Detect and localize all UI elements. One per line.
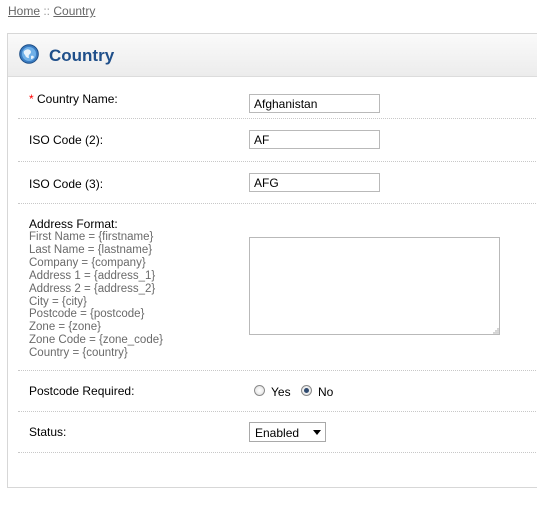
status-label: Status: [29, 425, 67, 439]
postcode-yes-label[interactable]: Yes [271, 385, 291, 399]
form-rows: * Country Name: ISO Code (2): ISO Code (… [18, 77, 537, 453]
postcode-no-radio[interactable] [301, 385, 312, 396]
address-format-hint: Zone = {zone} [29, 321, 101, 334]
chevron-down-icon [313, 430, 321, 435]
country-name-input[interactable] [249, 94, 380, 113]
row-iso3: ISO Code (3): [18, 162, 537, 204]
address-format-hint: Zone Code = {zone_code} [29, 334, 163, 347]
breadcrumb: Home :: Country [8, 4, 95, 18]
address-format-hint: Country = {country} [29, 347, 128, 360]
row-iso2: ISO Code (2): [18, 119, 537, 162]
panel-heading: Country [8, 34, 537, 77]
iso3-input[interactable] [249, 173, 380, 192]
status-select[interactable]: Enabled [249, 422, 326, 442]
row-country-name: * Country Name: [18, 77, 537, 119]
breadcrumb-separator: :: [40, 4, 54, 18]
breadcrumb-home-link[interactable]: Home [8, 4, 40, 18]
address-format-label: Address Format: [29, 217, 118, 231]
resize-grip-icon[interactable] [493, 328, 499, 334]
address-format-textarea[interactable] [249, 237, 500, 335]
country-form-panel: Country * Country Name: ISO Code (2): IS… [7, 33, 537, 488]
breadcrumb-country-link[interactable]: Country [53, 4, 95, 18]
required-marker: * [29, 92, 34, 106]
row-postcode-required: Postcode Required: Yes No [18, 371, 537, 412]
address-format-hint: Company = {company} [29, 256, 146, 269]
radio-selected-dot [304, 388, 309, 393]
postcode-yes-radio[interactable] [254, 385, 265, 396]
postcode-no-label[interactable]: No [318, 385, 333, 399]
row-status: Status: Enabled [18, 412, 537, 453]
postcode-required-label: Postcode Required: [29, 384, 135, 398]
globe-icon [19, 44, 39, 64]
iso3-label: ISO Code (3): [29, 177, 104, 191]
country-name-label-text: Country Name: [37, 92, 118, 106]
country-name-label: * Country Name: [29, 92, 118, 106]
address-format-help: First Name = {firstname} Last Name = {la… [29, 231, 163, 360]
address-format-hint: Address 2 = {address_2} [29, 282, 156, 295]
status-select-value: Enabled [255, 426, 300, 440]
iso2-label: ISO Code (2): [29, 133, 104, 147]
row-address-format: Address Format: First Name = {firstname}… [18, 204, 537, 371]
address-format-hint: Address 1 = {address_1} [29, 269, 156, 282]
iso2-input[interactable] [249, 130, 380, 149]
address-format-hint: Last Name = {lastname} [29, 243, 153, 256]
page-title: Country [49, 46, 115, 65]
address-format-hint: City = {city} [29, 295, 87, 308]
address-format-hint: Postcode = {postcode} [29, 308, 145, 321]
address-format-hint: First Name = {firstname} [29, 231, 154, 243]
